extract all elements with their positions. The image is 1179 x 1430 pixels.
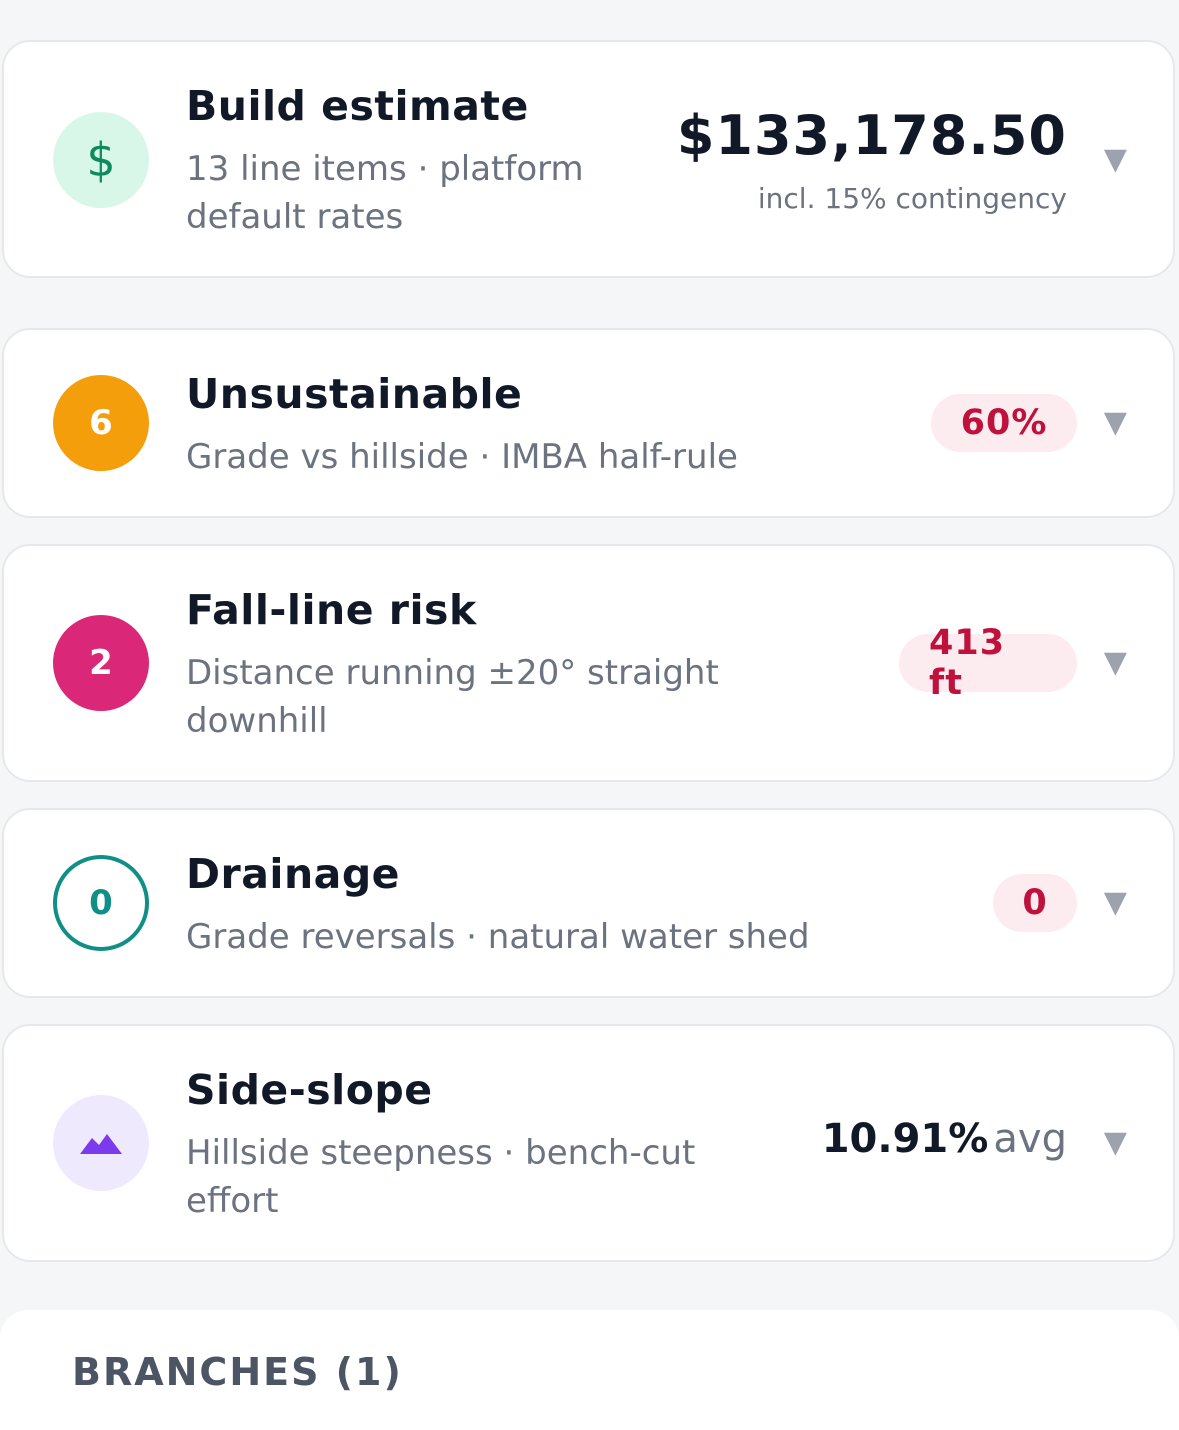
unsustainable-card[interactable]: 6 Unsustainable Grade vs hillside · IMBA… [2,328,1175,518]
count-badge: 2 [53,615,149,711]
fall-line-value-badge: 413 ft [899,623,1077,703]
dollar-icon: $ [53,112,149,208]
unsustainable-subtitle: Grade vs hillside · IMBA half-rule [186,437,738,477]
drainage-card[interactable]: 0 Drainage Grade reversals · natural wat… [2,808,1175,998]
drainage-title: Drainage [186,850,400,898]
side-slope-unit: avg [993,1116,1067,1162]
chevron-down-icon[interactable]: ▼ [1104,645,1127,680]
chevron-down-icon[interactable]: ▼ [1104,142,1127,177]
build-estimate-title: Build estimate [186,82,529,130]
count-badge: 0 [53,855,149,951]
branches-section: BRANCHES (1) [0,1310,1179,1430]
chevron-down-icon[interactable]: ▼ [1104,405,1127,440]
fall-line-risk-title: Fall-line risk [186,586,477,634]
mountain-icon [53,1095,149,1191]
unsustainable-title: Unsustainable [186,370,523,418]
build-estimate-card[interactable]: $ Build estimate 13 line items · platfor… [2,40,1175,278]
count-badge: 6 [53,375,149,471]
fall-line-risk-subtitle: Distance running ±20° straight downhill [186,653,719,741]
branches-heading: BRANCHES (1) [72,1350,403,1394]
fall-line-risk-card[interactable]: 2 Fall-line risk Distance running ±20° s… [2,544,1175,782]
side-slope-title: Side-slope [186,1066,433,1114]
side-slope-value: 10.91% avg [822,1116,1067,1162]
side-slope-percent: 10.91% [821,1116,989,1162]
unsustainable-value-badge: 60% [931,394,1077,452]
chevron-down-icon[interactable]: ▼ [1104,885,1127,920]
drainage-value-badge: 0 [993,874,1077,932]
side-slope-subtitle: Hillside steepness · bench-cut effort [186,1133,696,1221]
build-estimate-subtitle: 13 line items · platform default rates [186,149,584,237]
build-estimate-amount: $133,178.50 [676,104,1067,167]
side-slope-card[interactable]: Side-slope Hillside steepness · bench-cu… [2,1024,1175,1262]
contingency-note: incl. 15% contingency [757,182,1067,215]
drainage-subtitle: Grade reversals · natural water shed [186,917,810,957]
chevron-down-icon[interactable]: ▼ [1104,1125,1127,1160]
